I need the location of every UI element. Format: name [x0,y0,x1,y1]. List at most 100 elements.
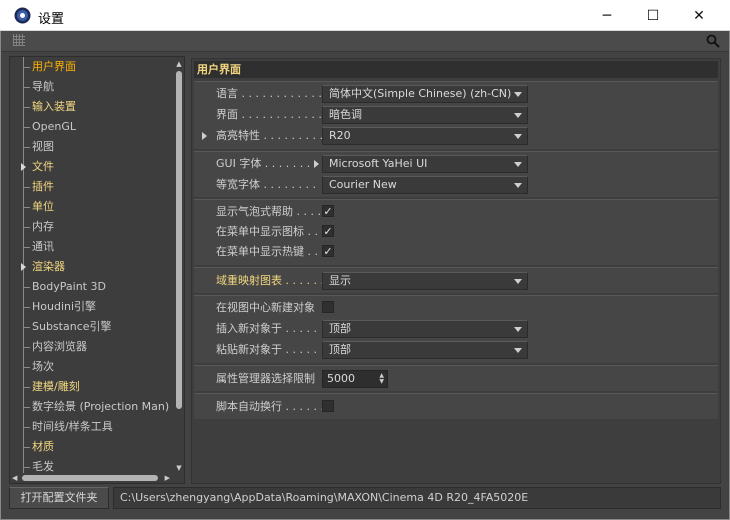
sidebar-item[interactable]: 场次 [10,357,174,377]
spinner-arrows-icon[interactable]: ▲ ▼ [379,373,384,385]
scheme-dropdown[interactable]: 暗色调 [322,106,528,124]
bubble-help-label: 显示气泡式帮助 . . . . [216,205,321,218]
sidebar-item[interactable]: 文件 [10,157,174,177]
sidebar-vertical-scrollbar[interactable]: ▲ ▼ [174,57,184,473]
bubble-help-row: 显示气泡式帮助 . . . . ✓ [194,202,718,222]
sidebar-item[interactable]: 渲染器 [10,257,174,277]
scrollbar-thumb[interactable] [22,475,158,481]
tree-branch [23,67,30,68]
center-new-row: 在视图中心新建对象 [194,298,718,318]
open-config-folder-button[interactable]: 打开配置文件夹 [9,487,109,509]
sidebar-item-label: OpenGL [32,120,77,133]
bubble-help-checkbox[interactable]: ✓ [322,205,334,217]
search-icon[interactable] [705,33,721,49]
expand-arrow-icon[interactable] [314,160,319,168]
scrollbar-thumb[interactable] [176,71,182,409]
config-path-field[interactable]: C:\Users\zhengyang\AppData\Roaming\MAXON… [113,487,721,509]
sidebar-item[interactable]: 视图 [10,137,174,157]
sidebar-item[interactable]: 内容浏览器 [10,337,174,357]
sidebar-item[interactable]: 毛发 [10,457,174,473]
sidebar-item[interactable]: BodyPaint 3D [10,277,174,297]
settings-group-remap: 域重映射图表 . . . . . . 显示 [194,267,718,293]
highlight-dropdown[interactable]: R20 [322,127,528,145]
close-button[interactable]: ✕ [676,0,722,31]
sidebar-item[interactable]: 插件 [10,177,174,197]
highlight-row: 高亮特性 . . . . . . . . . . R20 [194,126,718,146]
scroll-down-icon[interactable]: ▼ [175,463,183,473]
gui-font-dropdown[interactable]: Microsoft YaHei UI [322,155,528,173]
tree-branch [23,407,30,408]
sidebar-item-label: 文件 [32,160,54,173]
sidebar-horizontal-scrollbar[interactable]: ◀ ▶ [10,473,174,483]
attr-limit-input[interactable]: 5000 ▲ ▼ [322,370,388,388]
highlight-label: 高亮特性 . . . . . . . . . . [216,129,330,142]
sidebar-item-label: BodyPaint 3D [32,280,106,293]
sidebar-item[interactable]: 内存 [10,217,174,237]
sidebar-item[interactable]: 数字绘景 (Projection Man) [10,397,174,417]
sidebar-item[interactable]: Substance引擎 [10,317,174,337]
sidebar-item[interactable]: 建模/雕刻 [10,377,174,397]
chevron-down-icon [514,162,522,167]
tree-branch [23,207,30,208]
chevron-down-icon [514,327,522,332]
sidebar-item[interactable]: 通讯 [10,237,174,257]
sidebar-item[interactable]: 导航 [10,77,174,97]
attr-limit-label: 属性管理器选择限制 [216,372,315,385]
tree-branch [23,327,30,328]
sidebar-item-label: 用户界面 [32,60,76,73]
menu-hotkeys-label: 在菜单中显示热键 . . [216,245,318,258]
settings-group-objects: 在视图中心新建对象 插入新对象于 . . . . . 顶部 粘贴新对象于 . .… [194,295,718,363]
tree-branch [23,287,30,288]
preferences-window: 用户界面导航 输入装置 OpenGL 视图文件插件 单位内存通讯渲染器 BodyPaint… [0,31,730,520]
minimize-button[interactable]: ─ [584,0,630,31]
insert-new-row: 插入新对象于 . . . . . 顶部 [194,319,718,339]
scroll-left-icon[interactable]: ◀ [12,473,17,483]
center-new-checkbox[interactable] [322,301,334,313]
chevron-down-icon [514,134,522,139]
sidebar-item-label: 渲染器 [32,260,65,273]
word-wrap-checkbox[interactable] [322,400,334,412]
gui-font-value: Microsoft YaHei UI [329,157,428,170]
category-sidebar: 用户界面导航 输入装置 OpenGL 视图文件插件 单位内存通讯渲染器 BodyPaint… [9,56,185,484]
menu-icons-row: 在菜单中显示图标 . . ✓ [194,222,718,242]
sidebar-item-label: 数字绘景 (Projection Man) [32,400,170,413]
sidebar-item-label: 内存 [32,220,54,233]
insert-new-dropdown[interactable]: 顶部 [322,320,528,338]
tree-branch [23,127,30,128]
expand-arrow-icon[interactable] [202,132,207,140]
expand-arrow-icon[interactable] [21,263,26,271]
scheme-label: 界面 . . . . . . . . . . . . . . [216,108,336,121]
language-dropdown[interactable]: 简体中文(Simple Chinese) (zh-CN) [322,85,528,103]
scroll-up-icon[interactable]: ▲ [175,59,183,69]
sidebar-item[interactable]: 输入装置 [10,97,174,117]
sidebar-item[interactable]: 用户界面 [10,57,174,77]
scroll-right-icon[interactable]: ▶ [165,473,170,483]
menu-hotkeys-checkbox[interactable]: ✓ [322,245,334,257]
tree-branch [23,107,30,108]
map-chart-dropdown[interactable]: 显示 [322,272,528,290]
paste-new-value: 顶部 [329,343,351,356]
map-chart-row: 域重映射图表 . . . . . . 显示 [194,271,718,291]
sidebar-item-label: 建模/雕刻 [32,380,80,393]
expand-arrow-icon[interactable] [21,163,26,171]
chevron-down-icon [514,348,522,353]
paste-new-dropdown[interactable]: 顶部 [322,341,528,359]
sidebar-item[interactable]: OpenGL [10,117,174,137]
sidebar-item[interactable]: 时间线/样条工具 [10,417,174,437]
tree-line [23,457,24,473]
language-value: 简体中文(Simple Chinese) (zh-CN) [329,87,512,100]
menu-icons-checkbox[interactable]: ✓ [322,225,334,237]
panel-grip-icon[interactable] [13,34,25,46]
tree-branch [23,347,30,348]
mono-font-dropdown[interactable]: Courier New [322,176,528,194]
insert-new-value: 顶部 [329,322,351,335]
menu-icons-label: 在菜单中显示图标 . . [216,225,318,238]
sidebar-item[interactable]: 材质 [10,437,174,457]
chevron-down-icon [514,183,522,188]
settings-group-language: 语言 . . . . . . . . . . . . . . 简体中文(Simp… [194,81,718,149]
sidebar-item[interactable]: 单位 [10,197,174,217]
sidebar-item[interactable]: Houdini引擎 [10,297,174,317]
maximize-button[interactable]: ☐ [630,0,676,31]
language-row: 语言 . . . . . . . . . . . . . . 简体中文(Simp… [194,84,718,104]
tree-branch [23,307,30,308]
